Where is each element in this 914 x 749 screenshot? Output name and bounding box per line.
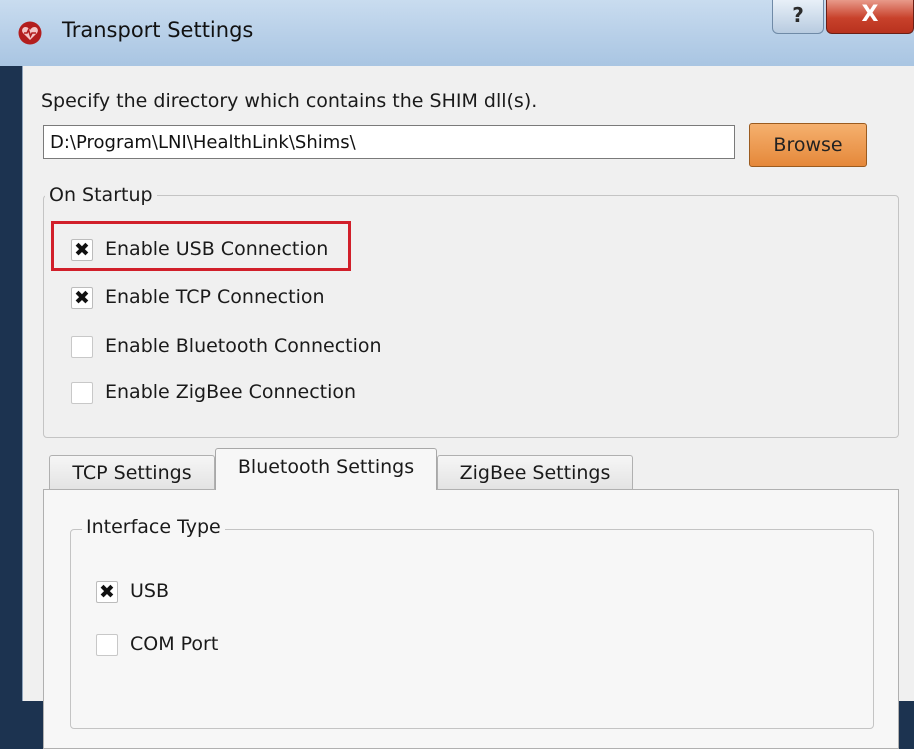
dialog-body: Specify the directory which contains the…	[22, 66, 914, 749]
zigbee-connection-checkbox[interactable]	[71, 382, 93, 404]
heart-icon	[18, 21, 42, 45]
close-button[interactable]: X	[826, 0, 914, 34]
tab-bluetooth-settings[interactable]: Bluetooth Settings	[215, 448, 437, 490]
browse-button[interactable]: Browse	[749, 123, 867, 167]
window-title: Transport Settings	[62, 18, 254, 42]
directory-instruction: Specify the directory which contains the…	[41, 90, 538, 112]
interface-type-group	[70, 529, 874, 729]
interface-type-title: Interface Type	[82, 516, 225, 538]
com-port-interface-checkbox[interactable]	[96, 634, 118, 656]
usb-connection-checkbox[interactable]: ✖	[71, 239, 93, 261]
tab-zigbee-settings[interactable]: ZigBee Settings	[437, 455, 633, 491]
usb-interface-label: USB	[130, 580, 170, 602]
com-port-interface-label: COM Port	[130, 633, 219, 655]
bluetooth-settings-panel: Interface Type ✖ USB COM Port	[43, 489, 899, 749]
usb-connection-label: Enable USB Connection	[105, 238, 329, 260]
usb-interface-checkbox[interactable]: ✖	[96, 581, 118, 603]
bluetooth-connection-checkbox[interactable]	[71, 336, 93, 358]
shim-directory-input[interactable]	[43, 125, 735, 159]
title-bar[interactable]: Transport Settings ? X	[0, 0, 914, 66]
help-button[interactable]: ?	[772, 0, 824, 34]
on-startup-title: On Startup	[45, 184, 157, 206]
tab-tcp-settings[interactable]: TCP Settings	[49, 455, 215, 491]
tcp-connection-checkbox[interactable]: ✖	[71, 287, 93, 309]
bluetooth-connection-label: Enable Bluetooth Connection	[105, 335, 382, 357]
zigbee-connection-label: Enable ZigBee Connection	[105, 381, 357, 403]
tcp-connection-label: Enable TCP Connection	[105, 286, 325, 308]
